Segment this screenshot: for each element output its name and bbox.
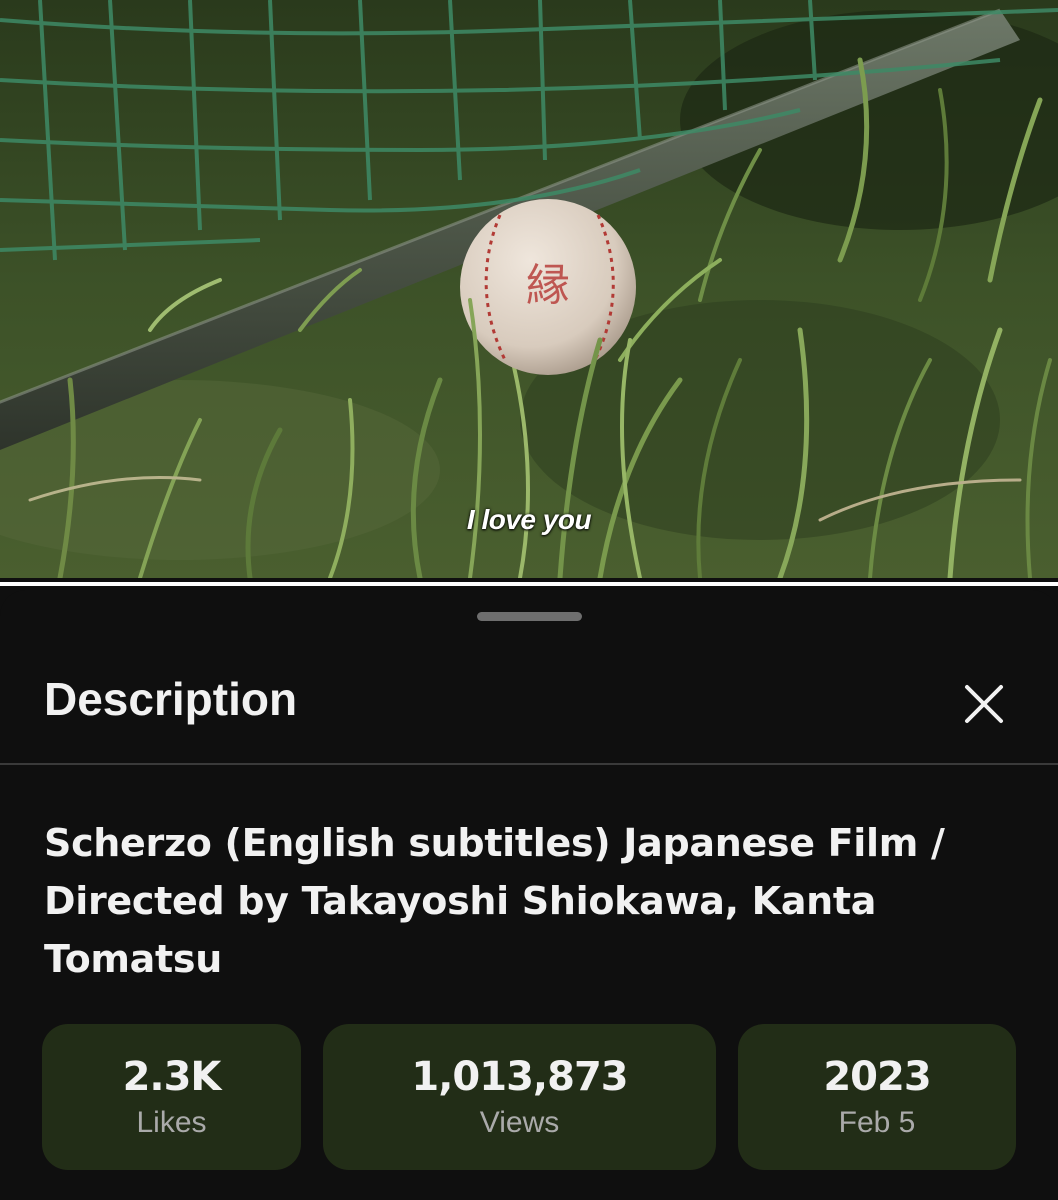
drag-handle[interactable]	[477, 612, 582, 621]
views-count: 1,013,873	[411, 1054, 628, 1100]
upload-year: 2023	[823, 1054, 931, 1100]
sheet-title: Description	[44, 673, 298, 725]
description-sheet: Description Scherzo (English subtitles) …	[0, 590, 1058, 1200]
likes-count: 2.3K	[122, 1054, 222, 1100]
video-subtitle: I love you	[466, 504, 592, 535]
svg-text:縁: 縁	[526, 260, 570, 311]
likes-label: Likes	[136, 1106, 207, 1139]
baseball: 縁	[460, 199, 636, 375]
divider	[0, 763, 1058, 765]
upload-date: Feb 5	[838, 1106, 916, 1139]
video-frame: 縁	[0, 0, 1058, 578]
video-progress-bar[interactable]	[0, 578, 1058, 590]
close-icon	[965, 685, 1003, 723]
close-button[interactable]	[956, 676, 1012, 732]
progress-track	[0, 582, 1058, 586]
video-player[interactable]: 縁 I love you	[0, 0, 1058, 578]
likes-stat: 2.3K Likes	[42, 1024, 301, 1170]
views-stat: 1,013,873 Views	[323, 1024, 716, 1170]
video-title: Scherzo (English subtitles) Japanese Fil…	[44, 821, 945, 981]
date-stat: 2023 Feb 5	[738, 1024, 1016, 1170]
views-label: Views	[479, 1106, 560, 1139]
